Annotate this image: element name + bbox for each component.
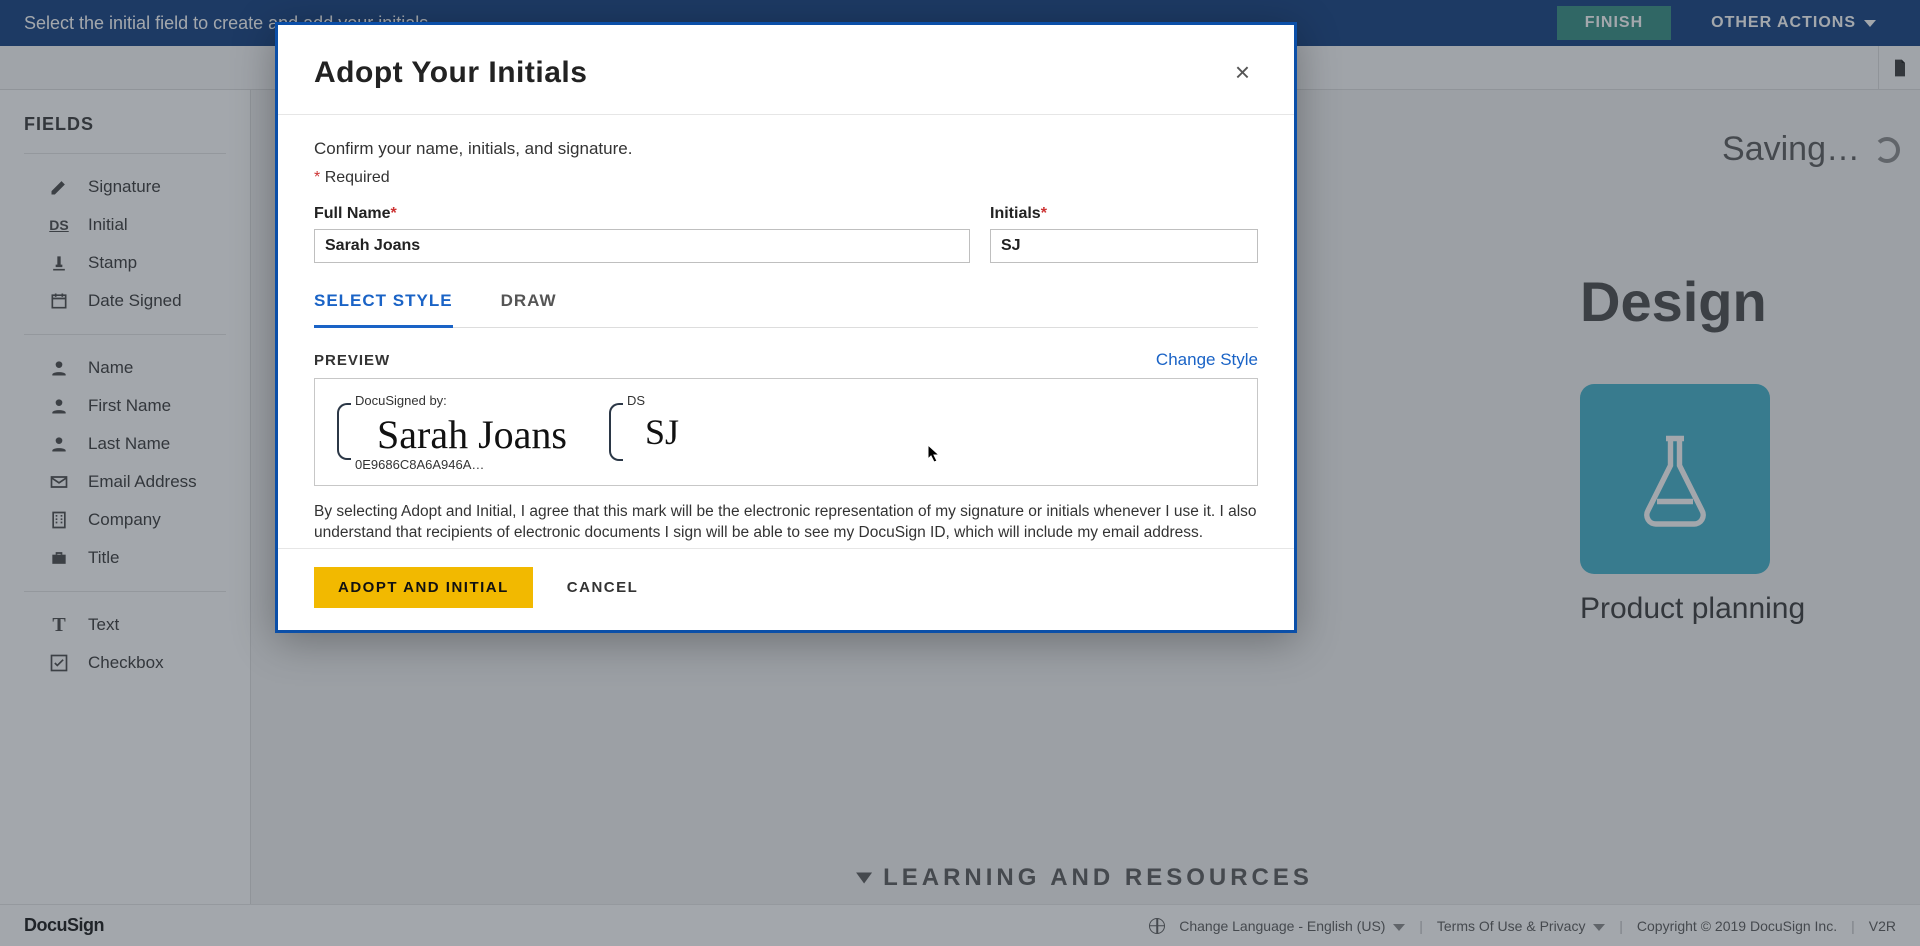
preview-box: DocuSigned by: Sarah Joans 0E9686C8A6A94… [314, 378, 1258, 486]
modal-lead: Confirm your name, initials, and signatu… [314, 139, 1258, 159]
initials-input[interactable] [990, 229, 1258, 263]
tab-draw[interactable]: DRAW [501, 281, 557, 327]
modal-title: Adopt Your Initials [314, 56, 587, 90]
initials-text: SJ [633, 399, 689, 465]
signature-preview: DocuSigned by: Sarah Joans 0E9686C8A6A94… [337, 393, 583, 470]
signature-text: Sarah Joans [361, 399, 577, 464]
change-style-link[interactable]: Change Style [1156, 350, 1258, 370]
style-tabs: SELECT STYLE DRAW [314, 281, 1258, 328]
adopt-and-initial-button[interactable]: ADOPT AND INITIAL [314, 567, 533, 608]
fullname-label: Full Name* [314, 205, 970, 223]
docusigned-by-label: DocuSigned by: [351, 393, 451, 408]
modal-body: Confirm your name, initials, and signatu… [278, 115, 1294, 544]
bracket-icon [337, 403, 351, 460]
adopt-initials-modal: Adopt Your Initials × Confirm your name,… [275, 22, 1297, 633]
modal-footer: ADOPT AND INITIAL CANCEL [278, 548, 1294, 630]
initials-label: Initials* [990, 205, 1258, 223]
close-button[interactable]: × [1227, 53, 1258, 92]
ds-label: DS [623, 393, 649, 408]
bracket-icon [609, 403, 623, 461]
fullname-label-text: Full Name [314, 205, 390, 222]
initials-label-text: Initials [990, 205, 1041, 222]
tab-select-style[interactable]: SELECT STYLE [314, 281, 453, 328]
fullname-input[interactable] [314, 229, 970, 263]
signature-hash: 0E9686C8A6A946A… [351, 457, 488, 472]
required-note: * Required [314, 169, 1258, 187]
modal-header: Adopt Your Initials × [278, 25, 1294, 115]
initials-preview: DS SJ [609, 393, 695, 471]
disclaimer-text: By selecting Adopt and Initial, I agree … [314, 502, 1258, 544]
cancel-button[interactable]: CANCEL [567, 579, 639, 596]
preview-label: PREVIEW [314, 352, 390, 369]
required-label: Required [325, 169, 390, 186]
